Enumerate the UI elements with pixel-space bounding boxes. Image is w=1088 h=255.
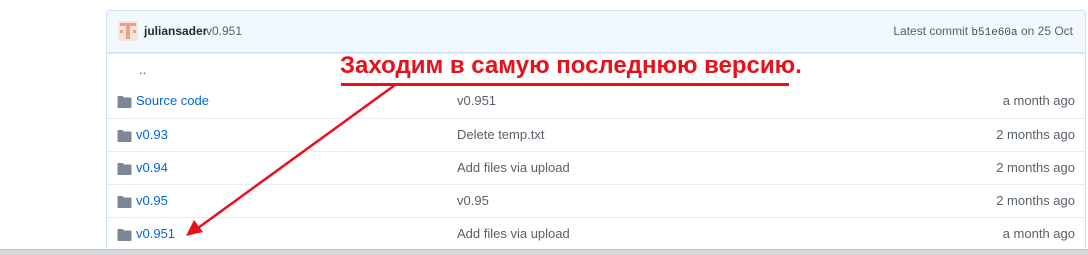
file-row: v0.94 Add files via upload 2 months ago bbox=[107, 151, 1085, 184]
author-link[interactable]: juliansader bbox=[144, 24, 207, 38]
commit-age: a month ago bbox=[1002, 93, 1075, 108]
commit-date: on 25 Oct bbox=[1020, 24, 1073, 38]
file-row: v0.95 v0.95 2 months ago bbox=[107, 184, 1085, 217]
commit-message-link[interactable]: Delete temp.txt bbox=[457, 127, 544, 142]
file-name-link[interactable]: v0.95 bbox=[136, 193, 168, 208]
latest-commit-label: Latest commit bbox=[893, 24, 969, 38]
file-name-link[interactable]: v0.94 bbox=[136, 160, 168, 175]
folder-icon bbox=[117, 163, 132, 175]
commit-message-link[interactable]: v0.95 bbox=[457, 193, 489, 208]
file-row: v0.951 Add files via upload a month ago bbox=[107, 217, 1085, 250]
commit-age: 2 months ago bbox=[996, 193, 1075, 208]
commit-age: a month ago bbox=[1002, 226, 1075, 241]
file-name-link[interactable]: Source code bbox=[136, 93, 209, 108]
commit-message-link[interactable]: v0.951 bbox=[457, 93, 496, 108]
latest-commit: Latest commit b51e60a on 25 Oct bbox=[893, 24, 1073, 39]
folder-icon bbox=[117, 130, 132, 142]
folder-icon bbox=[117, 196, 132, 208]
commit-message[interactable]: v0.951 bbox=[206, 24, 242, 38]
file-name-link[interactable]: v0.951 bbox=[136, 226, 175, 241]
commit-message-link[interactable]: Add files via upload bbox=[457, 160, 570, 175]
file-name-link[interactable]: v0.93 bbox=[136, 127, 168, 142]
folder-icon bbox=[117, 229, 132, 241]
avatar[interactable] bbox=[118, 21, 138, 41]
file-row: Source code v0.951 a month ago bbox=[107, 85, 1085, 118]
folder-icon bbox=[117, 96, 132, 108]
file-list: juliansader v0.951 Latest commit b51e60a… bbox=[106, 10, 1086, 250]
parent-dir-link[interactable]: .. bbox=[139, 62, 146, 77]
commit-age: 2 months ago bbox=[996, 127, 1075, 142]
annotation-underline bbox=[341, 83, 789, 86]
commit-age: 2 months ago bbox=[996, 160, 1075, 175]
commit-sha-link[interactable]: b51e60a bbox=[971, 27, 1017, 39]
horizontal-scrollbar[interactable] bbox=[0, 249, 1088, 255]
commit-tease: juliansader v0.951 Latest commit b51e60a… bbox=[107, 11, 1085, 53]
annotation-text: Заходим в самую последнюю версию. bbox=[340, 52, 802, 79]
commit-message-link[interactable]: Add files via upload bbox=[457, 226, 570, 241]
file-row: v0.93 Delete temp.txt 2 months ago bbox=[107, 118, 1085, 151]
